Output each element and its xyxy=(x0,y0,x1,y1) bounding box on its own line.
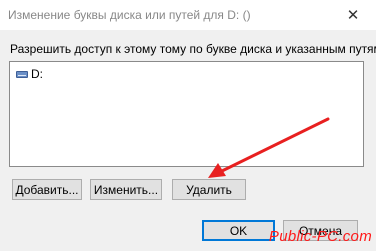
list-item-label: D: xyxy=(31,67,43,81)
instruction-text: Разрешить доступ к этому тому по букве д… xyxy=(10,42,376,56)
drive-paths-list[interactable]: D: xyxy=(9,61,364,167)
title-bar: Изменение буквы диска или путей для D: (… xyxy=(0,0,376,30)
watermark: Public-PC.com xyxy=(268,228,372,245)
ok-button[interactable]: OK xyxy=(202,220,275,241)
delete-button[interactable]: Удалить xyxy=(172,179,246,200)
change-button[interactable]: Изменить... xyxy=(90,179,162,200)
close-icon: ✕ xyxy=(346,7,360,24)
window-title: Изменение буквы диска или путей для D: (… xyxy=(8,8,251,22)
close-button[interactable]: ✕ xyxy=(330,0,376,30)
drive-icon xyxy=(16,70,28,78)
list-item[interactable]: D: xyxy=(16,67,43,81)
add-button[interactable]: Добавить... xyxy=(12,179,82,200)
